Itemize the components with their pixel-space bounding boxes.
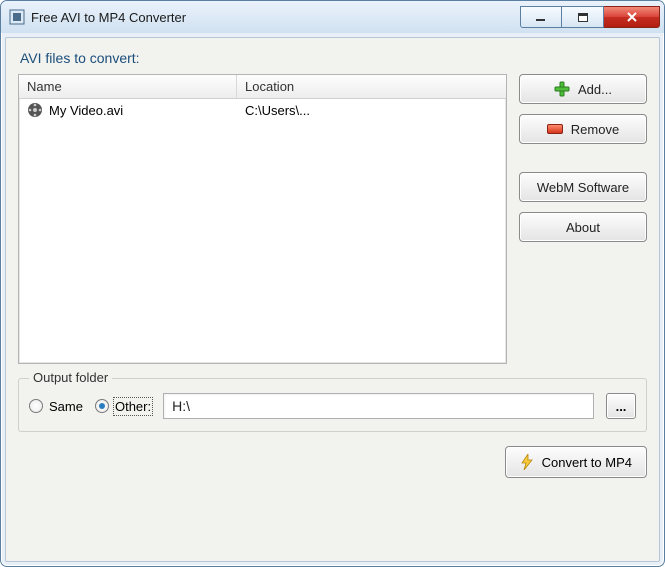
file-listview[interactable]: Name Location: [18, 74, 507, 364]
files-section-label: AVI files to convert:: [20, 50, 647, 66]
output-path-input[interactable]: [163, 393, 594, 419]
titlebar: Free AVI to MP4 Converter: [1, 1, 664, 33]
maximize-icon: [578, 13, 588, 22]
radio-icon: [95, 399, 109, 413]
file-name: My Video.avi: [49, 103, 123, 118]
minus-icon: [547, 124, 563, 134]
add-button[interactable]: Add...: [519, 74, 647, 104]
add-label: Add...: [578, 82, 612, 97]
video-file-icon: [27, 102, 43, 118]
app-window: Free AVI to MP4 Converter AVI files to c…: [0, 0, 665, 567]
column-header-name[interactable]: Name: [19, 75, 237, 98]
files-row: Name Location: [18, 74, 647, 364]
about-button[interactable]: About: [519, 212, 647, 242]
radio-other-label: Other:: [115, 399, 151, 414]
client-area: AVI files to convert: Name Location: [5, 37, 660, 562]
about-label: About: [566, 220, 600, 235]
webm-label: WebM Software: [537, 180, 629, 195]
plus-icon: [554, 81, 570, 97]
window-title: Free AVI to MP4 Converter: [31, 10, 520, 25]
side-buttons: Add... Remove WebM Software About: [519, 74, 647, 364]
radio-same[interactable]: Same: [29, 399, 83, 414]
radio-same-label: Same: [49, 399, 83, 414]
browse-button[interactable]: ...: [606, 393, 636, 419]
convert-label: Convert to MP4: [542, 455, 632, 470]
radio-other[interactable]: Other:: [95, 399, 151, 414]
cell-location: C:\Users\...: [237, 103, 506, 118]
webm-software-button[interactable]: WebM Software: [519, 172, 647, 202]
remove-button[interactable]: Remove: [519, 114, 647, 144]
window-controls: [520, 6, 660, 28]
convert-button[interactable]: Convert to MP4: [505, 446, 647, 478]
cell-name: My Video.avi: [19, 102, 237, 118]
browse-label: ...: [616, 399, 627, 414]
minimize-button[interactable]: [520, 6, 562, 28]
table-row[interactable]: My Video.avi C:\Users\...: [19, 99, 506, 121]
output-folder-group: Output folder Same Other: ...: [18, 378, 647, 432]
bottom-row: Convert to MP4: [18, 446, 647, 478]
remove-label: Remove: [571, 122, 619, 137]
close-button[interactable]: [604, 6, 660, 28]
app-icon: [9, 9, 25, 25]
column-header-location[interactable]: Location: [237, 75, 506, 98]
output-radio-row: Same Other: ...: [29, 393, 636, 419]
list-header: Name Location: [19, 75, 506, 99]
list-rows: My Video.avi C:\Users\...: [19, 99, 506, 363]
output-folder-legend: Output folder: [29, 370, 112, 385]
file-location: C:\Users\...: [245, 103, 310, 118]
close-icon: [626, 11, 638, 23]
radio-icon: [29, 399, 43, 413]
maximize-button[interactable]: [562, 6, 604, 28]
lightning-icon: [520, 454, 534, 470]
